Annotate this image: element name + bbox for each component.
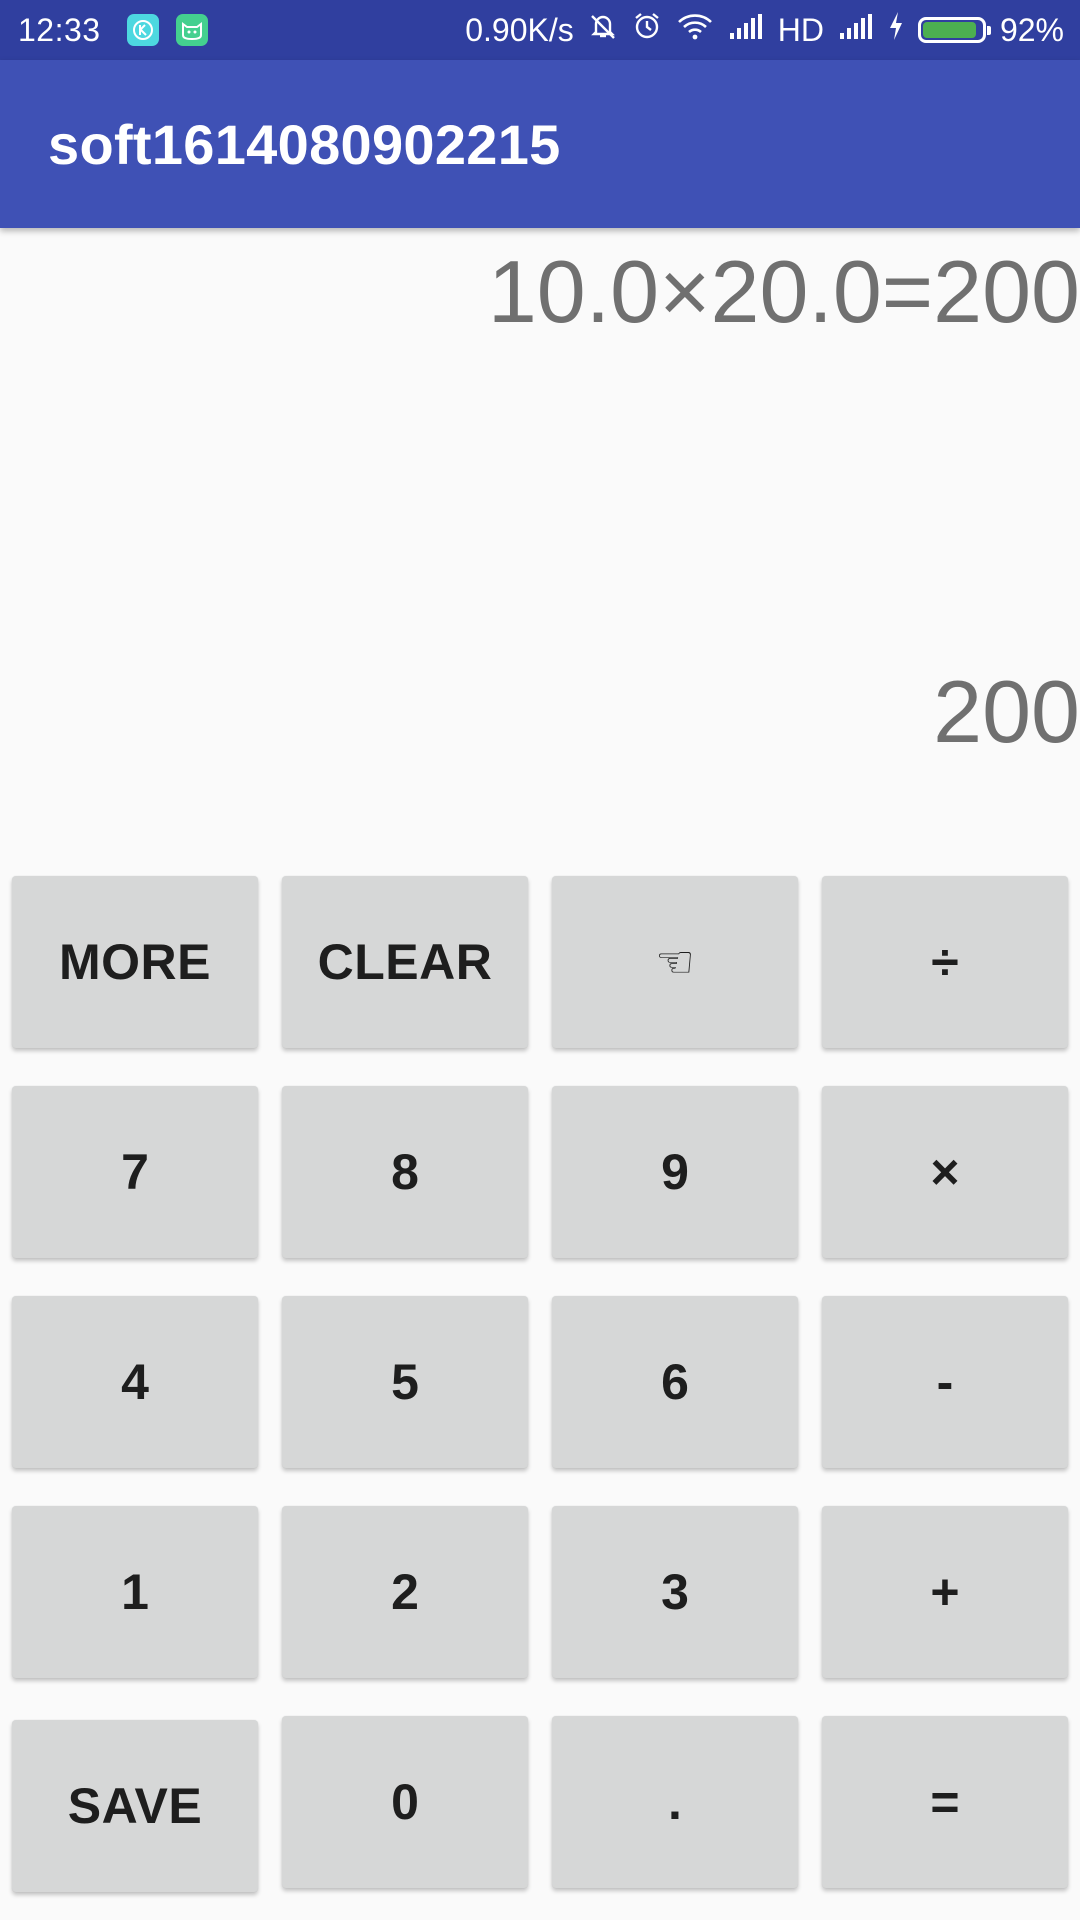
digit-7-button[interactable]: 7 xyxy=(12,1086,258,1258)
battery-fill xyxy=(922,22,977,38)
save-button[interactable]: SAVE xyxy=(12,1720,258,1892)
digit-9-button[interactable]: 9 xyxy=(552,1086,798,1258)
app-title: soft1614080902215 xyxy=(48,112,561,176)
network-speed: 0.90K/s xyxy=(465,11,574,48)
status-time: 12:33 xyxy=(18,11,101,48)
network-type: HD xyxy=(777,11,824,48)
more-button[interactable]: MORE xyxy=(12,876,258,1048)
status-bar: 12:33 0.90K/s HD 92% xyxy=(0,0,1080,60)
digit-4-button[interactable]: 4 xyxy=(12,1296,258,1468)
decimal-point-button[interactable]: . xyxy=(552,1716,798,1888)
subtract-button[interactable]: - xyxy=(822,1296,1068,1468)
clear-button[interactable]: CLEAR xyxy=(282,876,528,1048)
divide-button[interactable]: ÷ xyxy=(822,876,1068,1048)
add-button[interactable]: + xyxy=(822,1506,1068,1678)
k-app-icon xyxy=(126,14,159,46)
wifi-icon xyxy=(676,11,714,49)
charging-icon xyxy=(888,11,904,49)
battery-percent: 92% xyxy=(999,11,1064,48)
status-right: 0.90K/s HD 92% xyxy=(451,11,1064,49)
digit-6-button[interactable]: 6 xyxy=(552,1296,798,1468)
digit-3-button[interactable]: 3 xyxy=(552,1506,798,1678)
backspace-button[interactable]: ☜ xyxy=(552,876,798,1048)
pointing-hand-icon: ☜ xyxy=(655,937,695,987)
multiply-button[interactable]: × xyxy=(822,1086,1068,1258)
equals-button[interactable]: = xyxy=(822,1716,1068,1888)
digit-1-button[interactable]: 1 xyxy=(12,1506,258,1678)
alarm-icon xyxy=(632,11,662,49)
digit-0-button[interactable]: 0 xyxy=(282,1716,528,1888)
cat-app-icon xyxy=(175,14,208,46)
signal-icon-2 xyxy=(838,12,874,49)
app-bar: soft1614080902215 xyxy=(0,60,1080,228)
signal-icon xyxy=(728,12,764,49)
result-display: 200 xyxy=(933,662,1080,761)
digit-8-button[interactable]: 8 xyxy=(282,1086,528,1258)
digit-2-button[interactable]: 2 xyxy=(282,1506,528,1678)
battery-icon xyxy=(917,17,991,43)
muted-bell-icon xyxy=(588,11,618,49)
status-left: 12:33 xyxy=(18,12,225,49)
digit-5-button[interactable]: 5 xyxy=(282,1296,528,1468)
expression-display: 10.0×20.0=200 xyxy=(487,242,1080,341)
